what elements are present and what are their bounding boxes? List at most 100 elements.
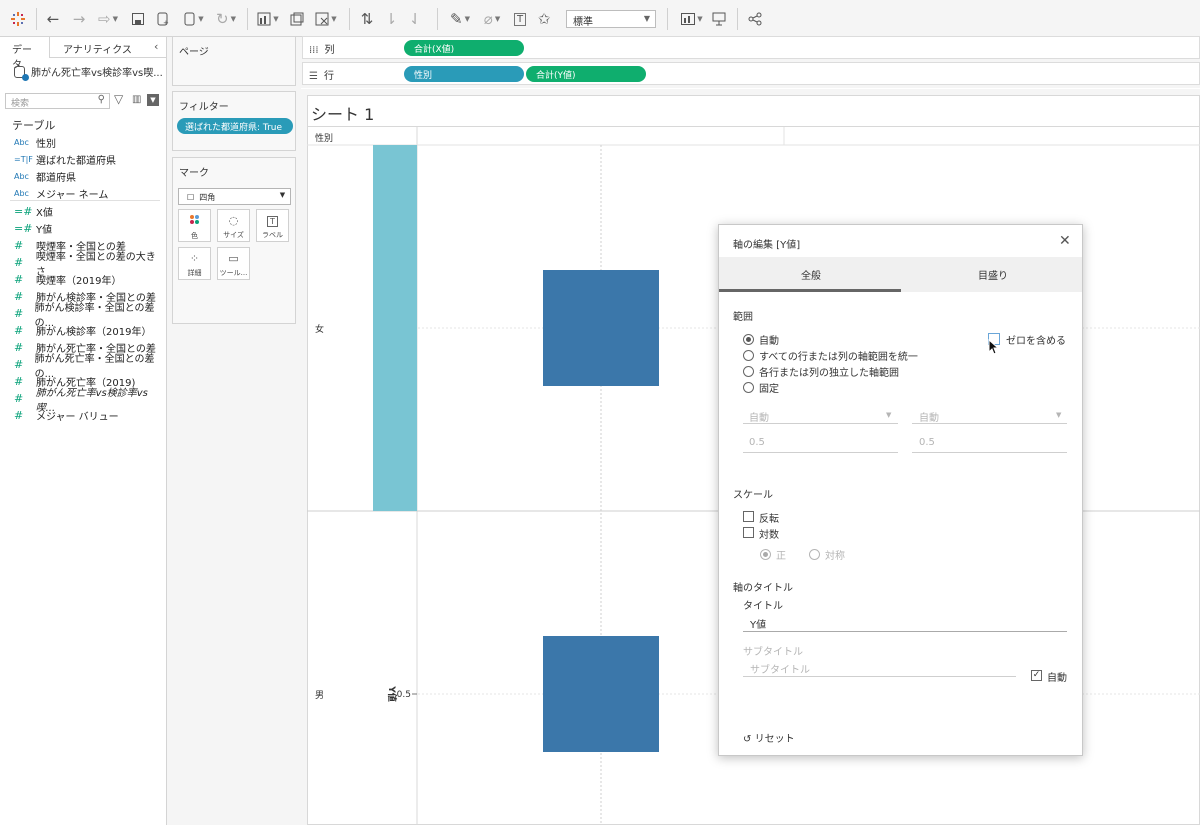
columns-pill-x[interactable]: 合計(X値) xyxy=(404,40,524,56)
pages-card[interactable]: ページ xyxy=(172,36,296,86)
field-item[interactable]: # 喫煙率・全国との差の大きさ xyxy=(0,252,165,278)
reset-button[interactable]: ↺ リセット xyxy=(743,730,795,745)
detail-button[interactable]: ⁘ 詳細 xyxy=(178,247,211,280)
label-button[interactable]: T ラベル xyxy=(256,209,289,242)
logarithmic-checkbox[interactable] xyxy=(743,527,754,538)
field-item[interactable]: # 肺がん検診率・全国との差の... xyxy=(0,303,165,329)
columns-shelf[interactable]: ⁞⁞⁞ 列 合計(X値) xyxy=(302,36,1200,59)
number-field-icon: # xyxy=(14,341,24,354)
tab-ticks[interactable]: 目盛り xyxy=(978,267,1008,282)
number-field-icon: =# xyxy=(14,222,33,235)
header-highlight-band xyxy=(373,145,417,511)
swap-rows-columns-icon[interactable]: ⇅ xyxy=(358,9,376,29)
subtitle-auto-checkbox[interactable]: ✓ xyxy=(1031,670,1042,681)
size-button[interactable]: ◌ サイズ xyxy=(217,209,250,242)
share-icon[interactable] xyxy=(746,9,764,29)
presentation-mode-icon[interactable] xyxy=(710,9,728,29)
tooltip-button[interactable]: ▭ ツール... xyxy=(217,247,250,280)
tab-analytics[interactable]: アナリティクス xyxy=(63,41,132,56)
replay-icon[interactable]: ⇨ ▼ xyxy=(94,9,122,29)
size-label: サイズ xyxy=(223,231,244,239)
mark-type-value: 四角 xyxy=(199,193,216,202)
field-item[interactable]: # 肺がん死亡率vs検診率vs喫... xyxy=(0,388,165,414)
datasource-item[interactable]: 肺がん死亡率vs検診率vs喫... xyxy=(14,64,163,81)
toolbar-separator xyxy=(667,8,668,30)
tableau-logo-icon[interactable] xyxy=(10,9,26,29)
group-icon[interactable]: ⌀ ▼ xyxy=(478,9,506,29)
undo-icon[interactable]: ← xyxy=(44,9,62,29)
chevron-down-icon[interactable]: ▼ xyxy=(147,94,159,106)
field-item[interactable]: Abc 都道府県 xyxy=(0,168,165,185)
filter-pill[interactable]: 選ばれた都道府県: True xyxy=(177,118,293,134)
range-end-select[interactable]: 自動 xyxy=(919,409,939,424)
tab-data[interactable]: データ xyxy=(0,37,50,71)
close-icon[interactable]: ✕ xyxy=(1059,233,1071,249)
label-icon: T xyxy=(257,214,288,227)
search-placeholder: 検索 xyxy=(11,99,30,109)
view-list-icon[interactable]: ▥ xyxy=(132,94,144,106)
rows-icon: ☰ xyxy=(309,71,318,82)
save-icon[interactable] xyxy=(130,9,146,29)
field-item[interactable]: # 肺がん死亡率・全国との差の... xyxy=(0,354,165,380)
field-item[interactable]: Abc 性別 xyxy=(0,134,165,151)
toolbar: ← → ⇨ ▼ + ▼ ↻ ▼ ▼ ▼ ⇅ ⇂ ⇃ ✎ ▼ ⌀ ▼ T ✩ 標準 ▼ ▼ xyxy=(0,0,1200,37)
size-icon: ◌ xyxy=(228,214,239,227)
datasource-icon xyxy=(14,65,29,81)
number-field-icon: # xyxy=(14,239,24,252)
color-button[interactable]: 色 xyxy=(178,209,211,242)
fit-select[interactable]: 標準 ▼ xyxy=(566,10,656,28)
field-label: 喫煙率（2019年） xyxy=(36,276,122,287)
filters-card[interactable]: フィルター 選ばれた都道府県: True xyxy=(172,91,296,151)
field-item[interactable]: # 喫煙率（2019年） xyxy=(0,271,165,288)
rows-shelf[interactable]: ☰ 行 性別 合計(Y値) xyxy=(302,62,1200,85)
show-me-icon[interactable]: ▼ xyxy=(678,9,706,29)
refresh-icon[interactable]: ↻ ▼ xyxy=(212,9,240,29)
reversed-checkbox[interactable] xyxy=(743,511,754,522)
positive-radio[interactable] xyxy=(760,549,771,560)
tab-general[interactable]: 全般 xyxy=(801,267,821,282)
search-input[interactable]: 検索 ⚲ xyxy=(5,93,110,109)
pin-icon[interactable]: ✩ xyxy=(536,9,552,29)
string-field-icon: Abc xyxy=(14,189,29,198)
range-start-value[interactable]: 0.5 xyxy=(749,437,765,448)
field-label: メジャー ネーム xyxy=(36,190,109,201)
duplicate-sheet-icon[interactable] xyxy=(288,9,306,29)
sort-descending-icon[interactable]: ⇃ xyxy=(406,9,424,29)
mark-type-select[interactable]: ☐ 四角 ▼ xyxy=(178,188,291,205)
range-independent-radio[interactable] xyxy=(743,366,754,377)
pane-tabs: データ アナリティクス ‹ xyxy=(0,37,167,71)
field-label: X値 xyxy=(36,208,53,219)
number-field-icon: # xyxy=(14,358,24,371)
subtitle-input[interactable]: サブタイトル xyxy=(750,661,810,676)
string-field-icon: Abc xyxy=(14,172,29,181)
collapse-pane-icon[interactable]: ‹ xyxy=(154,40,158,53)
filter-icon[interactable]: ▽ xyxy=(114,92,123,106)
range-start-select[interactable]: 自動 xyxy=(749,409,769,424)
highlight-icon[interactable]: ✎ ▼ xyxy=(446,9,474,29)
field-underline xyxy=(743,423,898,424)
rows-pill-y[interactable]: 合計(Y値) xyxy=(526,66,646,82)
new-worksheet-icon[interactable]: ▼ xyxy=(254,9,282,29)
range-uniform-radio[interactable] xyxy=(743,350,754,361)
field-item[interactable]: =# X値 xyxy=(0,203,165,220)
pause-updates-icon[interactable]: ▼ xyxy=(180,9,208,29)
logarithmic-label: 対数 xyxy=(759,530,779,541)
show-labels-icon[interactable]: T xyxy=(512,9,528,29)
field-item[interactable]: # メジャー バリュー xyxy=(0,407,165,424)
range-end-value[interactable]: 0.5 xyxy=(919,437,935,448)
range-auto-radio[interactable] xyxy=(743,334,754,345)
data-pane: データ アナリティクス ‹ 肺がん死亡率vs検診率vs喫... 検索 ⚲ ▽ ▥… xyxy=(0,37,167,825)
symmetric-radio[interactable] xyxy=(809,549,820,560)
field-item[interactable]: # 肺がん検診率（2019年） xyxy=(0,322,165,339)
range-fixed-radio[interactable] xyxy=(743,382,754,393)
clear-sheet-icon[interactable]: ▼ xyxy=(312,9,340,29)
field-item[interactable]: =# Y値 xyxy=(0,220,165,237)
sort-ascending-icon[interactable]: ⇂ xyxy=(382,9,400,29)
reset-label: リセット xyxy=(754,734,795,745)
axis-title-input[interactable]: Y値 xyxy=(750,616,766,631)
redo-icon[interactable]: → xyxy=(70,9,88,29)
rows-pill-gender[interactable]: 性別 xyxy=(404,66,524,82)
sheet-title[interactable]: シート 1 xyxy=(311,101,374,125)
field-item[interactable]: =T|F 選ばれた都道府県 xyxy=(0,151,165,168)
new-datasource-icon[interactable]: + xyxy=(155,9,171,29)
